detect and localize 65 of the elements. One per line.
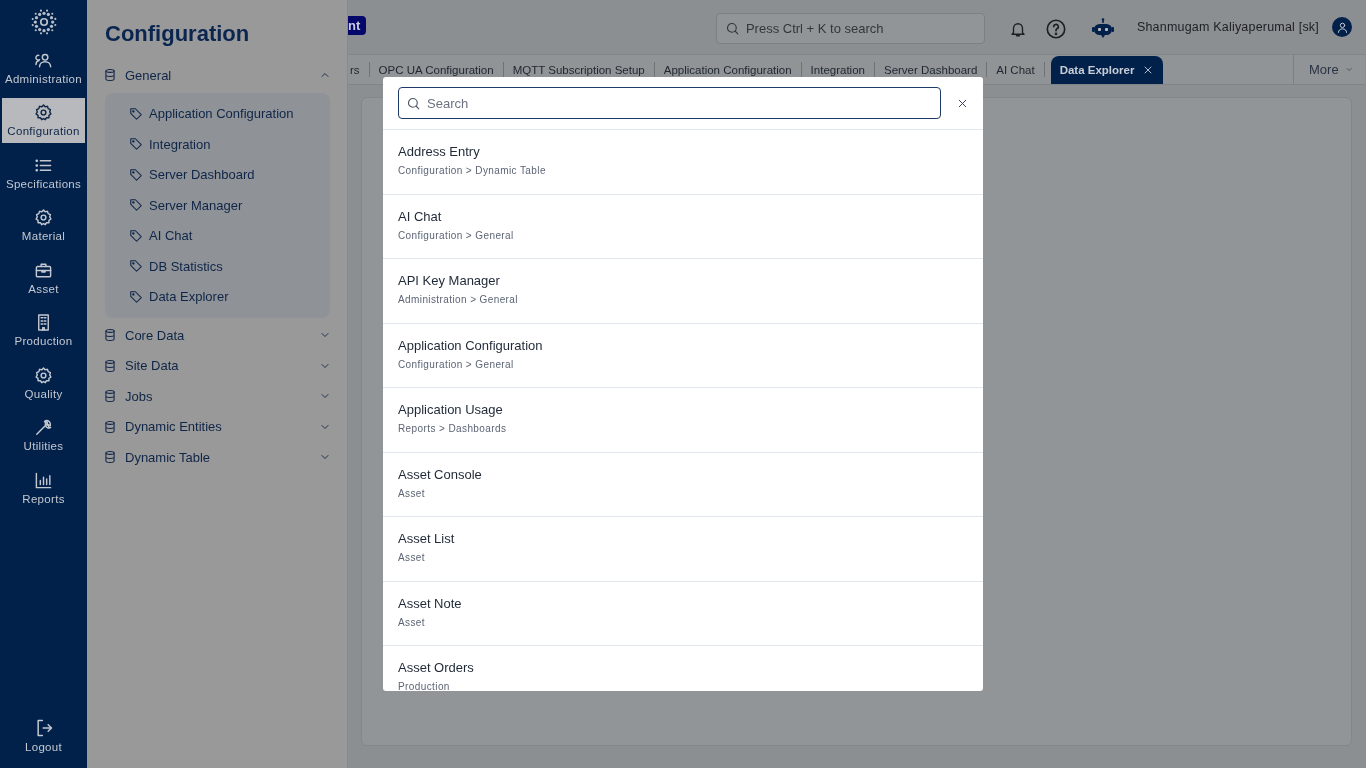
avatar-icon[interactable] <box>1332 17 1352 37</box>
nav-item[interactable]: Reports <box>2 465 85 510</box>
database-icon <box>103 419 117 434</box>
database-icon <box>103 68 117 83</box>
nav-item[interactable]: Production <box>2 307 85 353</box>
menu-group[interactable]: General <box>87 60 347 91</box>
tag-icon <box>129 228 143 243</box>
menu-group[interactable]: Jobs <box>87 381 347 412</box>
search-result[interactable]: Application Configuration Configuration > General <box>383 323 983 388</box>
database-icon <box>103 328 117 343</box>
panel-title: Configuration <box>105 21 251 47</box>
gear-icon <box>34 103 53 122</box>
search-field[interactable]: Press Ctrl + K to search <box>715 13 985 44</box>
submenu-item[interactable]: AI Chat <box>129 220 330 251</box>
nav-item[interactable]: Specifications <box>2 150 85 195</box>
submenu-item[interactable]: Application Configuration <box>129 98 330 129</box>
menu-group[interactable]: Dynamic Entities <box>87 411 347 442</box>
submenu-item[interactable]: Server Dashboard <box>129 159 330 190</box>
tab[interactable]: AI Chat <box>987 62 1045 77</box>
tag-icon <box>129 137 143 152</box>
search-icon <box>724 21 740 36</box>
help-icon <box>1044 17 1067 40</box>
tag-icon <box>129 289 143 304</box>
tag-icon <box>129 106 143 121</box>
search-result[interactable]: Application Usage Reports > Dashboards <box>383 388 983 453</box>
gear-icon <box>34 208 53 227</box>
tab[interactable]: Data Explorer <box>1050 56 1164 84</box>
database-icon <box>103 450 117 465</box>
tag-icon <box>129 167 143 182</box>
nav-item[interactable]: Administration <box>2 45 85 90</box>
tag-icon <box>129 198 143 213</box>
menu-group[interactable]: Core Data <box>87 320 347 351</box>
more-button[interactable]: More <box>1293 55 1365 84</box>
database-icon <box>103 358 117 373</box>
user-name: Shanmugam Kaliyaperumal [sk] <box>1136 20 1319 34</box>
submenu-item[interactable]: Data Explorer <box>129 281 330 312</box>
submenu-item[interactable]: Integration <box>129 129 330 160</box>
tag-icon <box>129 259 143 274</box>
search-result[interactable]: AI Chat Configuration > General <box>383 194 983 259</box>
nav-item[interactable]: Material <box>2 202 85 248</box>
submenu-item[interactable]: DB Statistics <box>129 251 330 282</box>
logout-button[interactable]: Logout <box>2 713 85 758</box>
logo-icon <box>30 9 57 35</box>
app-name-badge: nt <box>348 16 367 35</box>
briefcase-icon <box>34 260 53 280</box>
gear-icon <box>34 365 53 385</box>
nav-item[interactable]: Quality <box>2 360 85 405</box>
nav-item[interactable]: Utilities <box>2 412 85 458</box>
search-result[interactable]: API Key Manager Administration > General <box>383 259 983 324</box>
search-result[interactable]: Asset Orders Production <box>383 646 983 691</box>
nav-item[interactable]: Asset <box>2 255 85 300</box>
menu-group[interactable]: Dynamic Table <box>87 442 347 473</box>
menu-group[interactable]: Site Data <box>87 350 347 381</box>
submenu-item[interactable]: Server Manager <box>129 190 330 221</box>
nav-item[interactable]: Configuration <box>2 97 85 143</box>
search-result[interactable]: Address Entry Configuration > Dynamic Table <box>383 130 983 195</box>
search-field[interactable]: Search <box>398 87 941 119</box>
database-icon <box>103 389 117 404</box>
tab[interactable]: rs <box>348 62 370 77</box>
search-result[interactable]: Asset Note Asset <box>383 581 983 646</box>
search-result[interactable]: Asset List Asset <box>383 517 983 582</box>
search-result[interactable]: Asset Console Asset <box>383 452 983 517</box>
wrench-icon <box>34 418 53 437</box>
bar-chart-icon <box>34 470 53 490</box>
search-icon <box>406 95 421 111</box>
